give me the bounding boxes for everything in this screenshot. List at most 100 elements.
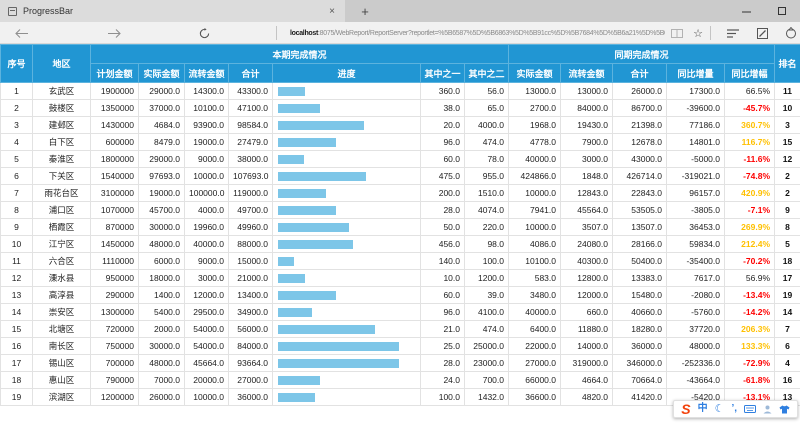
cell-progress bbox=[273, 202, 421, 219]
hub-icon[interactable] bbox=[724, 22, 742, 44]
cell-actual2: 583.0 bbox=[509, 270, 561, 287]
cell-total: 27000.0 bbox=[229, 372, 273, 389]
cell-actual: 26000.0 bbox=[139, 389, 185, 406]
cell-seq: 13 bbox=[1, 287, 33, 304]
new-tab-button[interactable]: + bbox=[345, 0, 385, 22]
cell-yoy-delta: 59834.0 bbox=[667, 236, 725, 253]
cell-total: 13400.0 bbox=[229, 287, 273, 304]
tab-close-icon[interactable]: × bbox=[327, 6, 337, 17]
cell-progress bbox=[273, 355, 421, 372]
header-total2: 合计 bbox=[613, 64, 667, 83]
cell-seq: 17 bbox=[1, 355, 33, 372]
cell-plan: 1350000 bbox=[91, 100, 139, 117]
favorites-star-icon[interactable]: ☆ bbox=[690, 22, 706, 44]
cell-yoy-rate: -7.1% bbox=[725, 202, 775, 219]
cell-actual2: 4086.0 bbox=[509, 236, 561, 253]
forward-button[interactable] bbox=[105, 22, 123, 44]
ime-toolbar[interactable]: S 中 ☾ ’, bbox=[673, 400, 798, 418]
cell-progress bbox=[273, 151, 421, 168]
cell-total: 98584.0 bbox=[229, 117, 273, 134]
web-note-icon[interactable] bbox=[753, 22, 771, 44]
page-favicon-icon bbox=[8, 7, 17, 16]
progress-bar bbox=[278, 325, 375, 334]
cell-region: 白下区 bbox=[33, 134, 91, 151]
minimize-button[interactable] bbox=[728, 7, 764, 16]
cell-yoy-rate: 56.9% bbox=[725, 270, 775, 287]
progress-bar bbox=[278, 206, 336, 215]
cell-total: 34900.0 bbox=[229, 304, 273, 321]
cell-plan: 870000 bbox=[91, 219, 139, 236]
cell-yoy-rate: 133.3% bbox=[725, 338, 775, 355]
browser-toolbar: localhost:8075/WebReport/ReportServer?re… bbox=[0, 22, 800, 44]
cell-yoy-rate: -45.7% bbox=[725, 100, 775, 117]
header-part2: 其中之二 bbox=[465, 64, 509, 83]
cell-part2: 100.0 bbox=[465, 253, 509, 270]
cell-part2: 56.0 bbox=[465, 83, 509, 100]
cell-yoy-rate: -14.2% bbox=[725, 304, 775, 321]
cell-transfer: 54000.0 bbox=[185, 321, 229, 338]
sogou-logo-icon[interactable]: S bbox=[681, 402, 690, 416]
cell-progress bbox=[273, 253, 421, 270]
moon-icon[interactable]: ☾ bbox=[715, 404, 725, 415]
cell-actual: 30000.0 bbox=[139, 338, 185, 355]
skin-shirt-icon[interactable] bbox=[779, 405, 790, 414]
header-actual2: 实际金额 bbox=[509, 64, 561, 83]
cell-total2: 36000.0 bbox=[613, 338, 667, 355]
header-yoy-delta: 同比增量 bbox=[667, 64, 725, 83]
cell-progress bbox=[273, 304, 421, 321]
refresh-button[interactable] bbox=[195, 22, 213, 44]
cell-yoy-delta: -5760.0 bbox=[667, 304, 725, 321]
table-row: 5秦淮区180000029000.09000.038000.060.078.04… bbox=[1, 151, 800, 168]
browser-tab[interactable]: ProgressBar × bbox=[0, 0, 345, 22]
reading-view-icon[interactable] bbox=[668, 22, 686, 44]
cell-total2: 15480.0 bbox=[613, 287, 667, 304]
cell-progress bbox=[273, 83, 421, 100]
header-yoy-rate: 同比增幅 bbox=[725, 64, 775, 83]
keyboard-icon[interactable] bbox=[744, 405, 756, 413]
header-progress: 进度 bbox=[273, 64, 421, 83]
cell-plan: 1110000 bbox=[91, 253, 139, 270]
cell-actual: 97693.0 bbox=[139, 168, 185, 185]
progress-bar bbox=[278, 172, 366, 181]
table-row: 7雨花台区310000019000.0100000.0119000.0200.0… bbox=[1, 185, 800, 202]
cell-seq: 6 bbox=[1, 168, 33, 185]
punctuation-toggle-icon[interactable]: ’, bbox=[731, 404, 737, 414]
cell-plan: 720000 bbox=[91, 321, 139, 338]
cell-progress bbox=[273, 287, 421, 304]
cell-seq: 16 bbox=[1, 338, 33, 355]
table-row: 6下关区154000097693.010000.0107693.0475.095… bbox=[1, 168, 800, 185]
cell-yoy-delta: -319021.0 bbox=[667, 168, 725, 185]
cell-rank: 3 bbox=[775, 117, 800, 134]
address-bar[interactable]: localhost:8075/WebReport/ReportServer?re… bbox=[290, 22, 665, 44]
cell-actual: 18000.0 bbox=[139, 270, 185, 287]
cell-rank: 6 bbox=[775, 338, 800, 355]
cell-transfer: 40000.0 bbox=[185, 236, 229, 253]
maximize-button[interactable] bbox=[764, 7, 800, 15]
share-icon[interactable] bbox=[782, 22, 800, 44]
user-icon[interactable] bbox=[763, 405, 772, 414]
cell-actual2: 10100.0 bbox=[509, 253, 561, 270]
cell-plan: 1200000 bbox=[91, 389, 139, 406]
cell-total: 38000.0 bbox=[229, 151, 273, 168]
cell-plan: 1900000 bbox=[91, 83, 139, 100]
cell-yoy-delta: -35400.0 bbox=[667, 253, 725, 270]
cell-yoy-rate: -74.8% bbox=[725, 168, 775, 185]
cell-actual2: 22000.0 bbox=[509, 338, 561, 355]
cell-progress bbox=[273, 321, 421, 338]
cell-part1: 28.0 bbox=[421, 355, 465, 372]
cell-region: 溧水县 bbox=[33, 270, 91, 287]
header-seq: 序号 bbox=[1, 45, 33, 83]
cell-transfer2: 11880.0 bbox=[561, 321, 613, 338]
cell-actual: 5400.0 bbox=[139, 304, 185, 321]
back-button[interactable] bbox=[12, 22, 30, 44]
cell-seq: 3 bbox=[1, 117, 33, 134]
cell-seq: 12 bbox=[1, 270, 33, 287]
table-row: 18惠山区7900007000.020000.027000.024.0700.0… bbox=[1, 372, 800, 389]
ime-language-toggle[interactable]: 中 bbox=[698, 404, 708, 414]
cell-transfer2: 12000.0 bbox=[561, 287, 613, 304]
url-host: localhost bbox=[290, 30, 318, 37]
cell-actual: 48000.0 bbox=[139, 355, 185, 372]
cell-progress bbox=[273, 185, 421, 202]
cell-seq: 14 bbox=[1, 304, 33, 321]
cell-total: 21000.0 bbox=[229, 270, 273, 287]
